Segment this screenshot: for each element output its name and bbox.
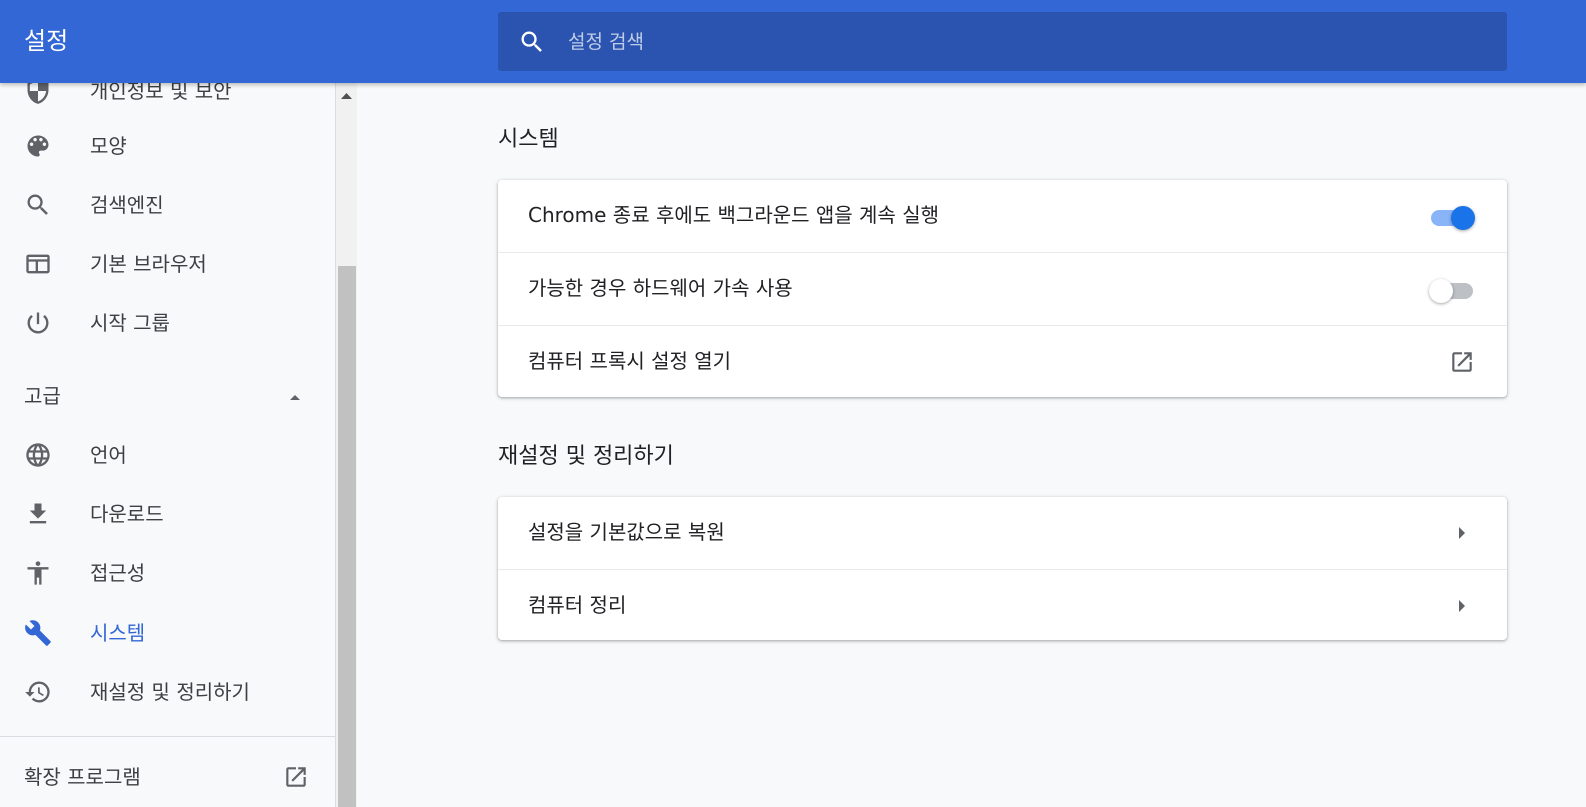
sidebar-item-on-startup[interactable]: 시작 그룹 — [0, 296, 335, 348]
sidebar-item-privacy[interactable]: 개인정보 및 보안 — [0, 83, 335, 116]
sidebar-item-search-engine[interactable]: 검색엔진 — [0, 178, 335, 230]
download-icon — [29, 503, 47, 524]
sidebar-item-label: 다운로드 — [90, 502, 164, 526]
arrow-up-icon[interactable] — [285, 387, 305, 407]
globe-icon — [26, 443, 50, 467]
page-title: 설정 — [24, 27, 69, 55]
power-icon — [27, 312, 49, 334]
sidebar-item-label: 시작 그룹 — [90, 311, 170, 335]
proxy-settings-row[interactable]: 컴퓨터 프록시 설정 열기 — [498, 325, 1507, 398]
hardware-acceleration-toggle[interactable] — [1429, 277, 1475, 303]
reset-card: 설정을 기본값으로 복원 컴퓨터 정리 — [498, 497, 1507, 640]
accessibility-icon — [27, 561, 49, 585]
sidebar-item-appearance[interactable]: 모양 — [0, 119, 335, 171]
search-box[interactable] — [498, 12, 1507, 71]
top-bar: 설정 — [0, 0, 1586, 83]
advanced-section-label: 고급 — [24, 384, 61, 408]
background-apps-row[interactable]: Chrome 종료 후에도 백그라운드 앱을 계속 실행 — [498, 180, 1507, 252]
restore-defaults-row[interactable]: 설정을 기본값으로 복원 — [498, 497, 1507, 569]
section-title-system: 시스템 — [498, 127, 559, 152]
hardware-acceleration-row[interactable]: 가능한 경우 하드웨어 가속 사용 — [498, 252, 1507, 325]
scroll-up-arrow-icon[interactable] — [340, 91, 353, 101]
search-icon — [521, 31, 542, 52]
row-label: 가능한 경우 하드웨어 가속 사용 — [528, 276, 793, 300]
sidebar-item-extensions[interactable]: 확장 프로그램 — [24, 764, 141, 790]
sidebar-item-label: 접근성 — [90, 561, 146, 585]
sidebar-item-languages[interactable]: 언어 — [0, 428, 335, 480]
sidebar-item-system[interactable]: 시스템 — [0, 606, 335, 658]
sidebar-item-label: 언어 — [90, 443, 127, 467]
sidebar-item-label: 기본 브라우저 — [90, 252, 207, 276]
row-label: Chrome 종료 후에도 백그라운드 앱을 계속 실행 — [528, 203, 939, 227]
toggle-knob — [1429, 279, 1453, 303]
sidebar-item-default-browser[interactable]: 기본 브라우저 — [0, 237, 335, 289]
sidebar-item-label: 모양 — [90, 134, 127, 158]
system-card: Chrome 종료 후에도 백그라운드 앱을 계속 실행 가능한 경우 하드웨어… — [498, 180, 1507, 397]
row-label: 컴퓨터 정리 — [528, 593, 627, 617]
arrow-right-icon[interactable] — [1455, 598, 1469, 614]
sidebar-item-label: 재설정 및 정리하기 — [90, 680, 250, 704]
scrollbar-thumb[interactable] — [338, 266, 356, 807]
sidebar-item-label: 검색엔진 — [90, 193, 164, 217]
search-input[interactable] — [566, 24, 1470, 60]
section-title-reset: 재설정 및 정리하기 — [498, 444, 674, 469]
wrench-icon — [25, 620, 51, 646]
computer-cleanup-row[interactable]: 컴퓨터 정리 — [498, 569, 1507, 642]
background-apps-toggle[interactable] — [1429, 204, 1475, 230]
shield-icon — [27, 83, 49, 104]
sidebar: 개인정보 및 보안 모양 검색엔진 기본 브라우저 시작 그룹 고급 언어 다운… — [0, 83, 336, 807]
external-link-icon[interactable] — [283, 764, 309, 790]
sidebar-divider — [0, 736, 335, 737]
sidebar-item-reset[interactable]: 재설정 및 정리하기 — [0, 665, 335, 717]
row-label: 컴퓨터 프록시 설정 열기 — [528, 349, 732, 373]
sidebar-item-label: 개인정보 및 보안 — [90, 83, 232, 103]
toggle-knob — [1451, 206, 1475, 230]
sidebar-item-label: 시스템 — [90, 621, 146, 645]
history-icon — [25, 681, 50, 703]
arrow-right-icon[interactable] — [1455, 525, 1469, 541]
sidebar-scrollbar[interactable] — [336, 83, 357, 807]
sidebar-item-downloads[interactable]: 다운로드 — [0, 487, 335, 539]
search-icon — [27, 194, 48, 215]
row-label: 설정을 기본값으로 복원 — [528, 520, 725, 544]
browser-window-icon — [26, 254, 50, 274]
palette-icon — [27, 135, 49, 157]
external-link-icon[interactable] — [1449, 349, 1475, 375]
main-content: 시스템 Chrome 종료 후에도 백그라운드 앱을 계속 실행 가능한 경우 … — [358, 83, 1586, 807]
sidebar-item-accessibility[interactable]: 접근성 — [0, 546, 335, 598]
